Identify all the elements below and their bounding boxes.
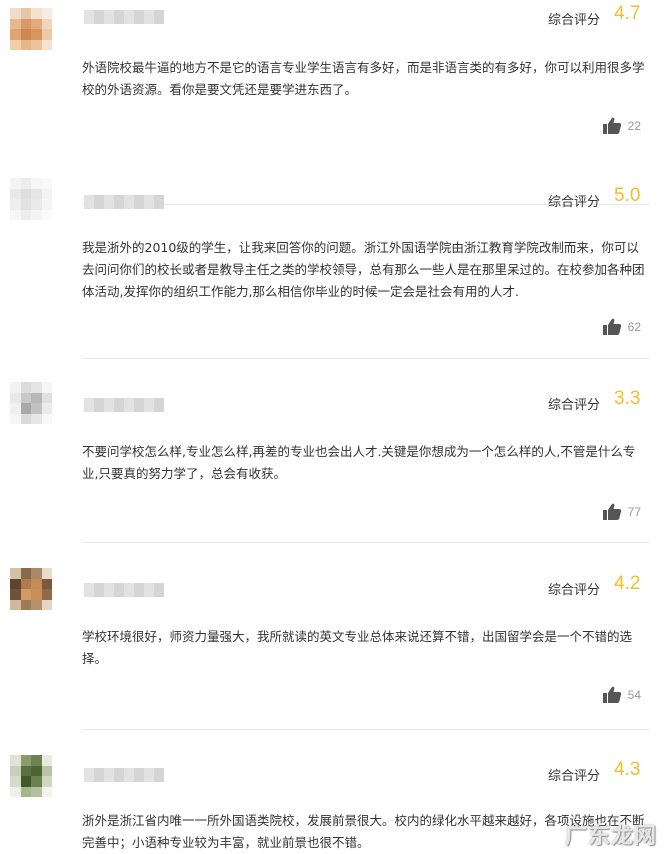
rating-label: 综合评分 <box>548 583 601 598</box>
like-count: 62 <box>627 320 641 334</box>
avatar[interactable] <box>10 8 52 50</box>
review-text: 外语院校最牛逼的地方不是它的语言专业学生语言有多好，而是非语言类的有多好，你可以… <box>82 60 645 97</box>
like-button[interactable]: 22 <box>602 117 641 135</box>
avatar[interactable] <box>10 568 52 610</box>
review-item: 综合评分 3.3 不要问学校怎么样,专业怎么样,再差的专业也会出人才.关键是你想… <box>0 358 665 563</box>
thumbs-up-icon <box>602 117 621 134</box>
username-blurred[interactable] <box>84 768 164 782</box>
username-blurred[interactable] <box>84 10 164 24</box>
like-button[interactable]: 54 <box>602 686 641 704</box>
avatar[interactable] <box>10 755 52 797</box>
rating-score: 5.0 <box>614 185 641 206</box>
username-blurred[interactable] <box>84 398 164 412</box>
review-text: 不要问学校怎么样,专业怎么样,再差的专业也会出人才.关键是你想成为一个怎么样的人… <box>82 444 636 481</box>
rating-label: 综合评分 <box>548 13 601 28</box>
thumbs-up-icon <box>602 686 621 703</box>
username-blurred[interactable] <box>84 583 164 597</box>
rating-label: 综合评分 <box>548 195 601 210</box>
rating-score: 4.7 <box>614 3 641 24</box>
like-count: 54 <box>627 688 641 702</box>
thumbs-up-icon <box>602 318 621 335</box>
review-item: 综合评分 5.0 我是浙外的2010级的学生，让我来回答你的问题。浙江外国语学院… <box>0 153 665 359</box>
avatar[interactable] <box>10 178 52 220</box>
review-text: 我是浙外的2010级的学生，让我来回答你的问题。浙江外国语学院由浙江教育学院改制… <box>82 240 645 299</box>
like-count: 77 <box>627 505 641 519</box>
review-text: 学校环境很好，师资力量强大，我所就读的英文专业总体来说还算不错，出国留学会是一个… <box>82 629 633 666</box>
like-button[interactable]: 77 <box>602 503 641 521</box>
avatar[interactable] <box>10 382 52 424</box>
rating-label: 综合评分 <box>548 769 601 784</box>
rating-score: 3.3 <box>614 388 641 409</box>
thumbs-up-icon <box>602 503 621 520</box>
like-button[interactable]: 62 <box>602 318 641 336</box>
rating-score: 4.3 <box>614 759 641 780</box>
like-count: 22 <box>627 119 641 133</box>
username-blurred[interactable] <box>84 195 164 209</box>
rating-score: 4.2 <box>614 573 641 594</box>
review-item: 综合评分 4.2 学校环境很好，师资力量强大，我所就读的英文专业总体来说还算不错… <box>0 543 665 748</box>
rating-label: 综合评分 <box>548 398 601 413</box>
site-watermark: 广东龙网 <box>564 823 657 849</box>
